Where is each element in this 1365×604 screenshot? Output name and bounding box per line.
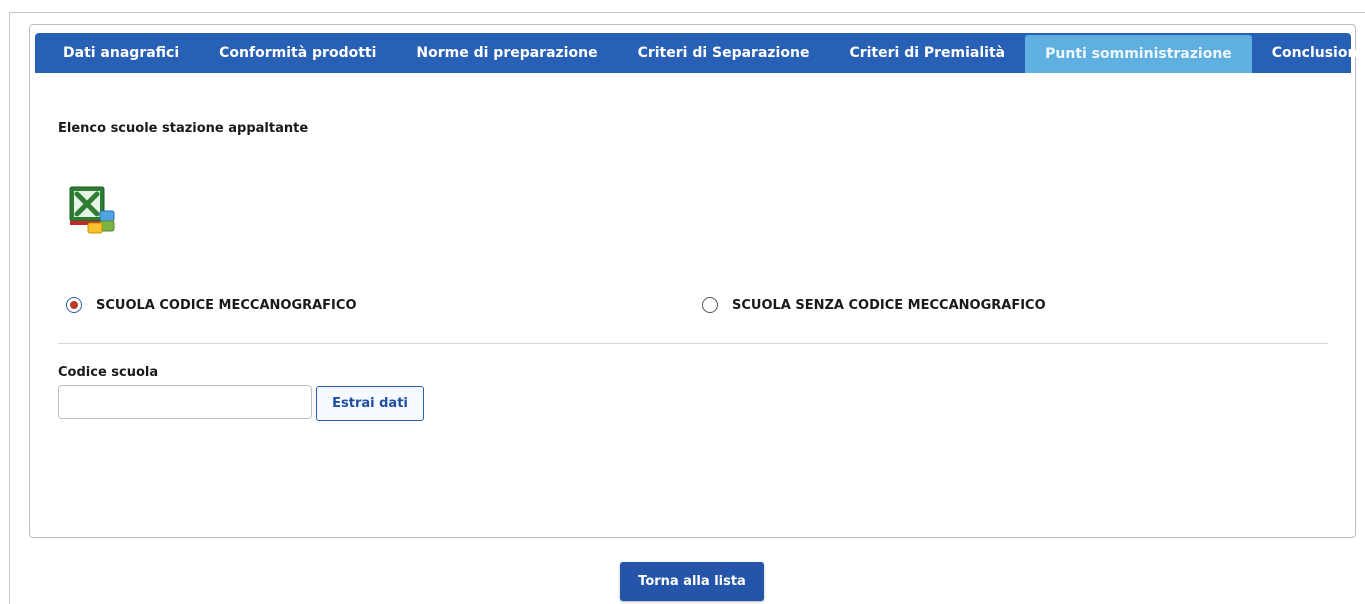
radio-label: SCUOLA SENZA CODICE MECCANOGRAFICO [732,297,1046,313]
tab-punti-somministrazione[interactable]: Punti somministrazione [1025,35,1252,73]
main-panel: Dati anagrafici Conformità prodotti Norm… [29,24,1365,538]
tab-conformita-prodotti[interactable]: Conformità prodotti [199,33,396,73]
tab-criteri-separazione[interactable]: Criteri di Separazione [618,33,830,73]
torna-alla-lista-button[interactable]: Torna alla lista [620,562,764,601]
tab-criteri-premialita[interactable]: Criteri di Premialità [829,33,1025,73]
radio-checked-icon[interactable] [66,297,82,313]
estrai-dati-button[interactable]: Estrai dati [316,386,424,421]
divider [58,343,1328,344]
radio-scuola-codice[interactable]: SCUOLA CODICE MECCANOGRAFICO [66,297,357,313]
codice-scuola-label: Codice scuola [58,365,159,380]
section-title: Elenco scuole stazione appaltante [58,121,309,136]
tab-dati-anagrafici[interactable]: Dati anagrafici [43,33,199,73]
tab-conclusione[interactable]: Conclusione [1252,33,1365,73]
codice-scuola-input[interactable] [58,385,312,419]
excel-icon[interactable] [66,183,122,239]
radio-unchecked-icon[interactable] [702,297,718,313]
tab-norme-preparazione[interactable]: Norme di preparazione [396,33,617,73]
radio-scuola-senza-codice[interactable]: SCUOLA SENZA CODICE MECCANOGRAFICO [702,297,1046,313]
radio-label: SCUOLA CODICE MECCANOGRAFICO [96,297,357,313]
tab-bar: Dati anagrafici Conformità prodotti Norm… [35,33,1365,73]
